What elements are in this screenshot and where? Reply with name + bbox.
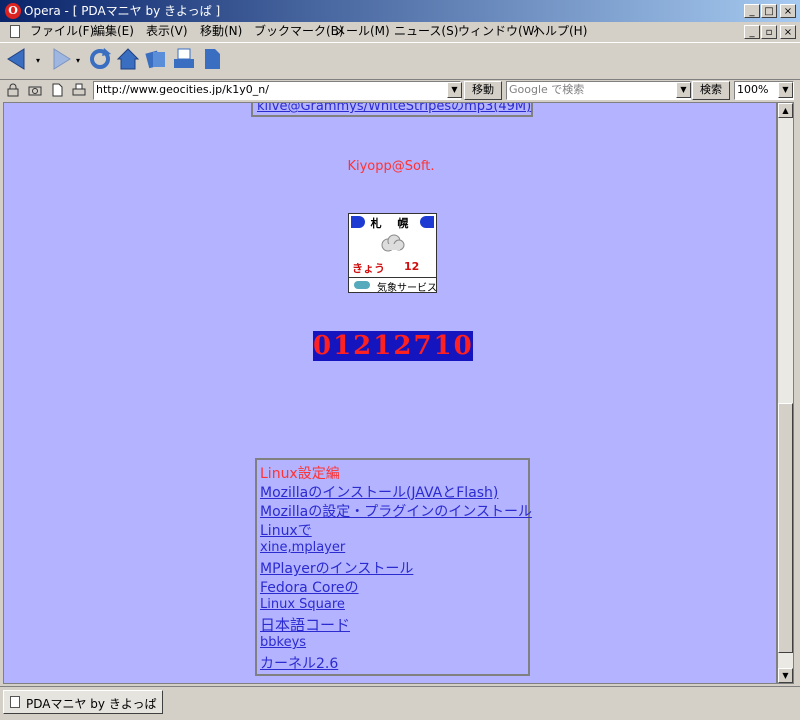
search-engine-dropdown[interactable]: ▼	[676, 82, 691, 98]
print-small-icon[interactable]	[72, 83, 86, 97]
author-label: Kiyopp@Soft.	[347, 159, 435, 174]
page-content: klive@Grammys/WhiteStripesのmp3(49M) Kiyo…	[3, 102, 777, 684]
links-heading: Linux設定編	[260, 466, 340, 482]
menu-news[interactable]: ニュース(S)	[394, 23, 458, 40]
link-kernel[interactable]: カーネル2.6	[260, 653, 338, 673]
doc-restore-button[interactable]: ▫	[761, 25, 777, 39]
page-tab-icon	[10, 696, 20, 708]
opera-logo-icon[interactable]: O	[5, 3, 21, 19]
menu-view[interactable]: 表示(V)	[146, 23, 188, 40]
weather-temperature: 12	[404, 260, 420, 273]
link-fedora-core[interactable]: Fedora Coreの	[260, 577, 359, 597]
scroll-thumb[interactable]	[778, 403, 793, 653]
new-page-icon[interactable]	[50, 83, 64, 97]
forward-history-dropdown-icon[interactable]: ▾	[76, 56, 80, 65]
link-mplayer-install[interactable]: MPlayerのインストール	[260, 558, 413, 578]
menu-bookmarks[interactable]: ブックマーク(B)	[254, 23, 344, 40]
search-button[interactable]: 検索	[692, 81, 730, 100]
back-history-dropdown-icon[interactable]: ▾	[36, 56, 40, 65]
home-icon[interactable]	[116, 46, 140, 72]
page-icon[interactable]	[200, 46, 224, 72]
page-tab[interactable]: PDAマニヤ by きよっぱ	[3, 690, 163, 714]
url-input[interactable]: http://www.geocities.jp/k1y0_n/	[93, 81, 461, 100]
menu-file[interactable]: ファイル(F)	[30, 23, 94, 40]
weather-footer: 気象サービス	[349, 277, 437, 294]
weather-service-label: 気象サービス	[377, 283, 437, 294]
menu-edit[interactable]: 編集(E)	[93, 23, 134, 40]
link-linux-square[interactable]: Linux Square	[260, 597, 345, 612]
weather-day: きょう	[352, 262, 385, 275]
maximize-button[interactable]: □	[761, 4, 777, 18]
document-icon[interactable]	[10, 25, 20, 38]
zoom-dropdown-button[interactable]: ▼	[778, 82, 793, 98]
menu-navigate[interactable]: 移動(N)	[200, 23, 242, 40]
forward-icon[interactable]	[48, 46, 72, 72]
top-link[interactable]: klive@Grammys/WhiteStripesのmp3(49M)	[257, 103, 531, 114]
go-button[interactable]: 移動	[464, 81, 502, 100]
search-input[interactable]: Google で検索	[506, 81, 691, 100]
reload-icon[interactable]	[88, 46, 112, 72]
link-mozilla-settings[interactable]: Mozillaの設定・プラグインのインストール	[260, 501, 532, 521]
link-xine-mplayer[interactable]: xine,mplayer	[260, 540, 345, 555]
menu-window[interactable]: ウィンドウ(W)	[458, 23, 539, 40]
doc-close-button[interactable]: ×	[780, 25, 796, 39]
links-box: Linux設定編 Mozillaのインストール(JAVAとFlash) Mozi…	[255, 458, 532, 676]
weather-city: 札 幌	[370, 217, 415, 230]
cloud-icon	[381, 234, 405, 252]
link-linux[interactable]: Linuxで	[260, 520, 312, 540]
menu-mail[interactable]: メール(M)	[334, 23, 390, 40]
window-title: Opera - [ PDAマニヤ by きよっぱ ]	[24, 4, 221, 18]
link-japanese-code[interactable]: 日本語コード	[260, 614, 350, 635]
link-bbkeys[interactable]: bbkeys	[260, 635, 306, 650]
page-tab-label: PDAマニヤ by きよっぱ	[26, 697, 157, 711]
camera-icon[interactable]	[28, 83, 42, 97]
scroll-down-button[interactable]: ▼	[778, 668, 793, 683]
access-counter: 01212710	[313, 331, 474, 361]
weather-service-logo-icon	[354, 281, 370, 289]
weather-header: 札 幌	[349, 214, 436, 232]
menu-help[interactable]: ヘルプ(H)	[533, 23, 587, 40]
url-dropdown-button[interactable]: ▼	[447, 82, 462, 98]
print-icon[interactable]	[172, 46, 196, 72]
lock-icon[interactable]	[6, 83, 20, 97]
scroll-up-button[interactable]: ▲	[778, 103, 793, 118]
weather-widget[interactable]: 札 幌 きょう 12 気象サービス	[348, 213, 437, 294]
top-link-box: klive@Grammys/WhiteStripesのmp3(49M)	[251, 103, 533, 117]
doc-minimize-button[interactable]: _	[744, 25, 760, 39]
link-mozilla-install[interactable]: Mozillaのインストール(JAVAとFlash)	[260, 482, 498, 502]
back-icon[interactable]	[6, 46, 30, 72]
bookmarks-icon[interactable]	[144, 46, 168, 72]
minimize-button[interactable]: _	[744, 4, 760, 18]
vertical-scrollbar[interactable]: ▲ ▼	[777, 102, 794, 684]
close-button[interactable]: ×	[780, 4, 796, 18]
